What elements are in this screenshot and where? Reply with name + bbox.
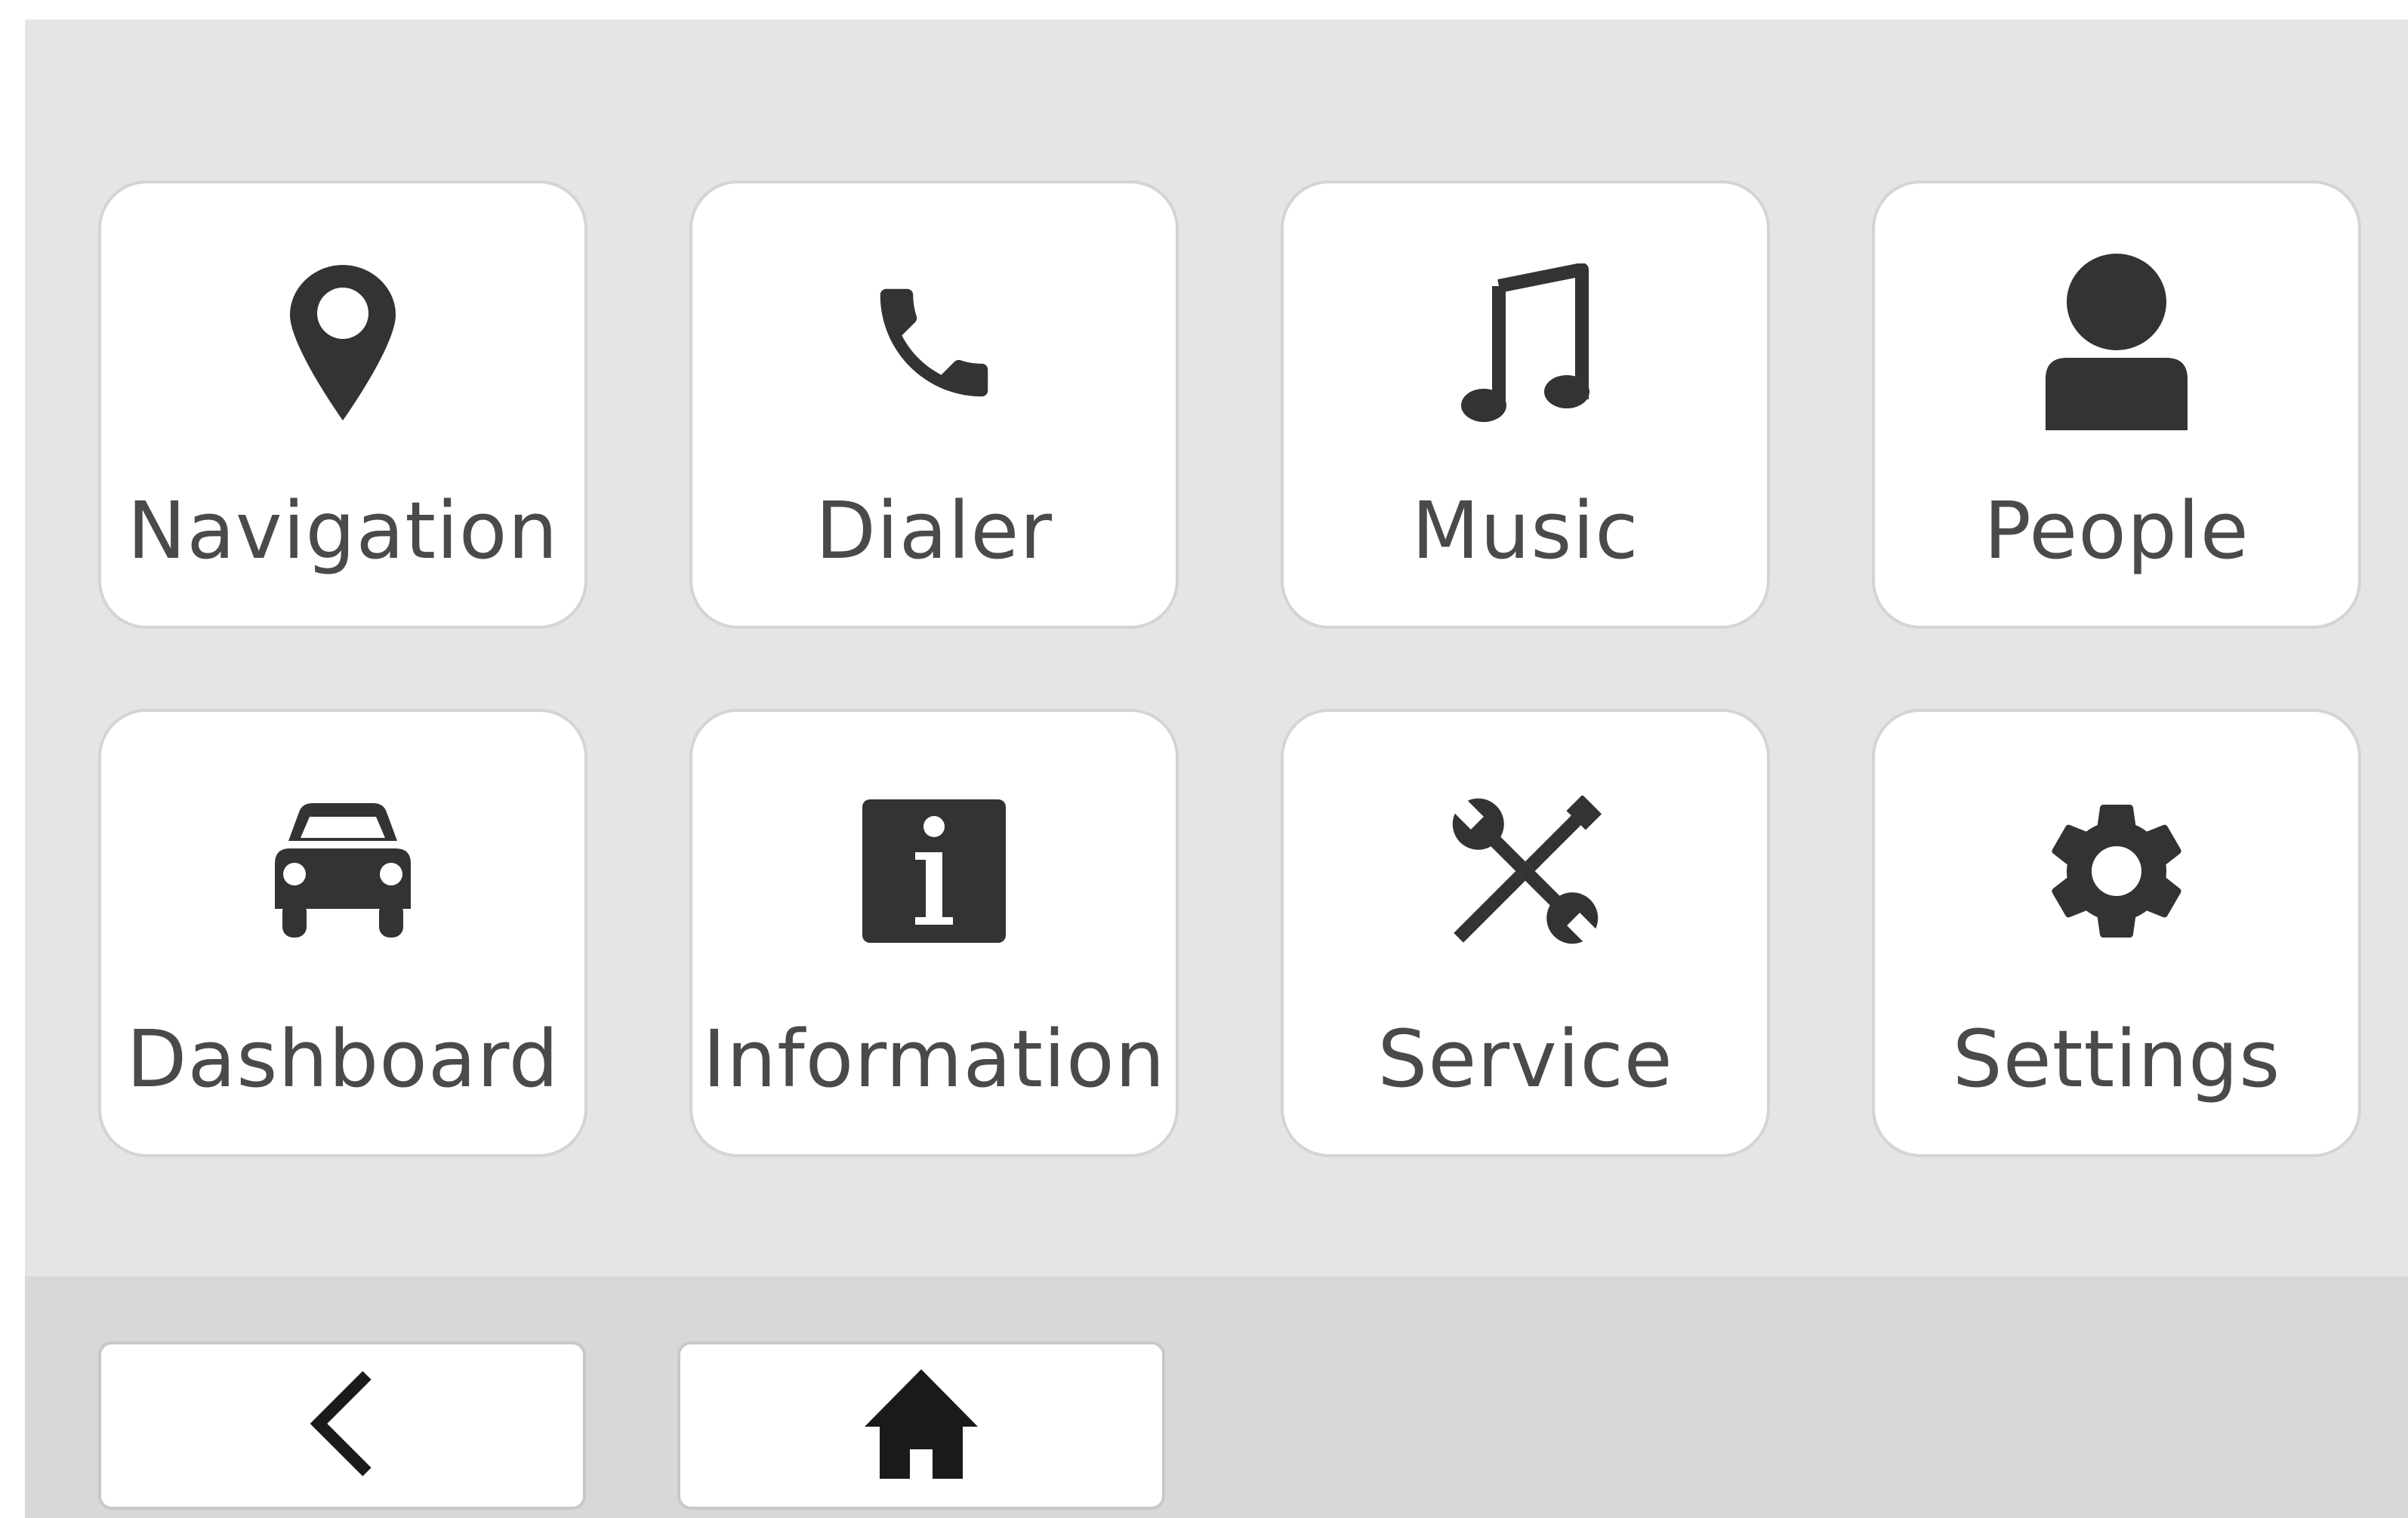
tile-label: Dashboard xyxy=(126,1013,560,1105)
car-icon xyxy=(101,784,584,958)
dialer-tile[interactable]: Dialer xyxy=(689,180,1179,629)
people-tile[interactable]: People xyxy=(1872,180,2361,629)
navigation-tile[interactable]: Navigation xyxy=(98,180,587,629)
settings-tile[interactable]: Settings xyxy=(1872,709,2361,1157)
service-tile[interactable]: Service xyxy=(1281,709,1770,1157)
gear-icon xyxy=(1875,784,2358,958)
music-note-icon xyxy=(1284,256,1767,430)
tile-label: People xyxy=(1984,485,2249,577)
tile-label: Information xyxy=(702,1013,1166,1105)
tile-label: Navigation xyxy=(127,485,559,577)
tile-label: Music xyxy=(1411,485,1639,577)
home-button[interactable] xyxy=(677,1341,1165,1510)
back-button[interactable] xyxy=(98,1341,586,1510)
tile-label: Settings xyxy=(1952,1013,2281,1105)
phone-icon xyxy=(692,256,1176,430)
bottom-nav-bar xyxy=(25,1276,2408,1518)
map-pin-icon xyxy=(101,256,584,430)
chevron-left-icon xyxy=(308,1371,376,1480)
tile-label: Dialer xyxy=(815,485,1053,577)
tools-icon xyxy=(1284,784,1767,958)
info-icon xyxy=(692,784,1176,958)
person-icon xyxy=(1875,254,2358,430)
home-icon xyxy=(865,1369,978,1483)
music-tile[interactable]: Music xyxy=(1281,180,1770,629)
dashboard-tile[interactable]: Dashboard xyxy=(98,709,587,1157)
launcher-screen: Navigation Dialer Music People Dashboard… xyxy=(25,20,2408,1518)
information-tile[interactable]: Information xyxy=(689,709,1179,1157)
tile-label: Service xyxy=(1377,1013,1673,1105)
